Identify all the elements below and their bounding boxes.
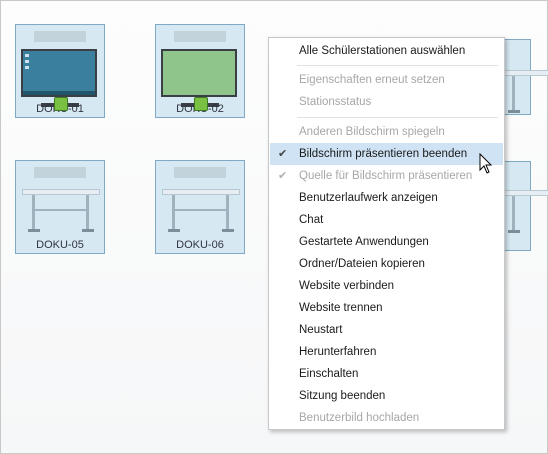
station-tile-doku-05[interactable]: DOKU-05 [15,160,105,254]
menu-item-running-apps[interactable]: Gestartete Anwendungen [270,231,503,253]
user-name-bar [34,31,86,42]
station-label: DOKU-05 [36,239,84,251]
station-tile-doku-06[interactable]: DOKU-06 [155,160,245,254]
menu-item-select-all[interactable]: Alle Schülerstationen auswählen [270,40,503,62]
monitor-screen [21,49,97,111]
menu-item-label: Quelle für Bildschirm präsentieren [299,170,473,182]
menu-item-label: Anderen Bildschirm spiegeln [299,126,445,138]
menu-item-connect-website[interactable]: Website verbinden [270,275,503,297]
menu-item-station-status[interactable]: Stationsstatus [270,91,503,113]
menu-item-label: Benutzerbild hochladen [299,412,420,424]
menu-item-chat[interactable]: Chat [270,209,503,231]
menu-item-label: Gestartete Anwendungen [299,236,429,248]
menu-item-label: Alle Schülerstationen auswählen [299,45,466,57]
check-icon: ✔ [278,170,288,182]
menu-item-label: Website verbinden [299,280,395,292]
user-name-bar [174,167,226,178]
menu-item-show-user-drive[interactable]: Benutzerlaufwerk anzeigen [270,187,503,209]
station-tile-doku-01[interactable]: DOKU-01 [15,24,105,118]
classroom-view: DOKU-01 DOKU-02 DOKU-05 DOK [0,0,548,454]
menu-separator [297,117,498,118]
check-icon: ✔ [278,148,288,160]
menu-item-mirror-screen[interactable]: Anderen Bildschirm spiegeln [270,121,503,143]
menu-item-reset-properties[interactable]: Eigenschaften erneut setzen [270,69,503,91]
menu-separator [297,65,498,66]
station-tile-doku-02[interactable]: DOKU-02 [155,24,245,118]
menu-item-label: Ordner/Dateien kopieren [299,258,425,270]
menu-item-label: Herunterfahren [299,346,377,358]
presenting-status-icon [194,97,208,111]
presenting-status-icon [54,97,68,111]
menu-item-upload-user-picture[interactable]: Benutzerbild hochladen [270,407,503,429]
menu-item-label: Stationsstatus [299,96,372,108]
menu-item-shutdown[interactable]: Herunterfahren [270,341,503,363]
menu-item-stop-presenting[interactable]: ✔ Bildschirm präsentieren beenden [270,143,503,165]
menu-item-disconnect-website[interactable]: Website trennen [270,297,503,319]
mouse-pointer-icon [479,153,493,174]
menu-item-label: Eigenschaften erneut setzen [299,74,445,86]
user-name-bar [174,31,226,42]
menu-item-power-on[interactable]: Einschalten [270,363,503,385]
menu-item-copy-files[interactable]: Ordner/Dateien kopieren [270,253,503,275]
user-name-bar [34,167,86,178]
context-menu: Alle Schülerstationen auswählen Eigensch… [268,37,505,430]
menu-item-presentation-source[interactable]: ✔ Quelle für Bildschirm präsentieren [270,165,503,187]
menu-item-label: Bildschirm präsentieren beenden [299,148,468,160]
menu-item-label: Chat [299,214,324,226]
menu-item-label: Sitzung beenden [299,390,386,402]
monitor-screen [161,49,237,111]
menu-item-label: Einschalten [299,368,359,380]
menu-item-label: Website trennen [299,302,383,314]
menu-item-label: Benutzerlaufwerk anzeigen [299,192,438,204]
station-label: DOKU-06 [176,239,224,251]
menu-item-label: Neustart [299,324,343,336]
menu-item-restart[interactable]: Neustart [270,319,503,341]
desktop-preview [23,54,95,95]
menu-item-end-session[interactable]: Sitzung beenden [270,385,503,407]
